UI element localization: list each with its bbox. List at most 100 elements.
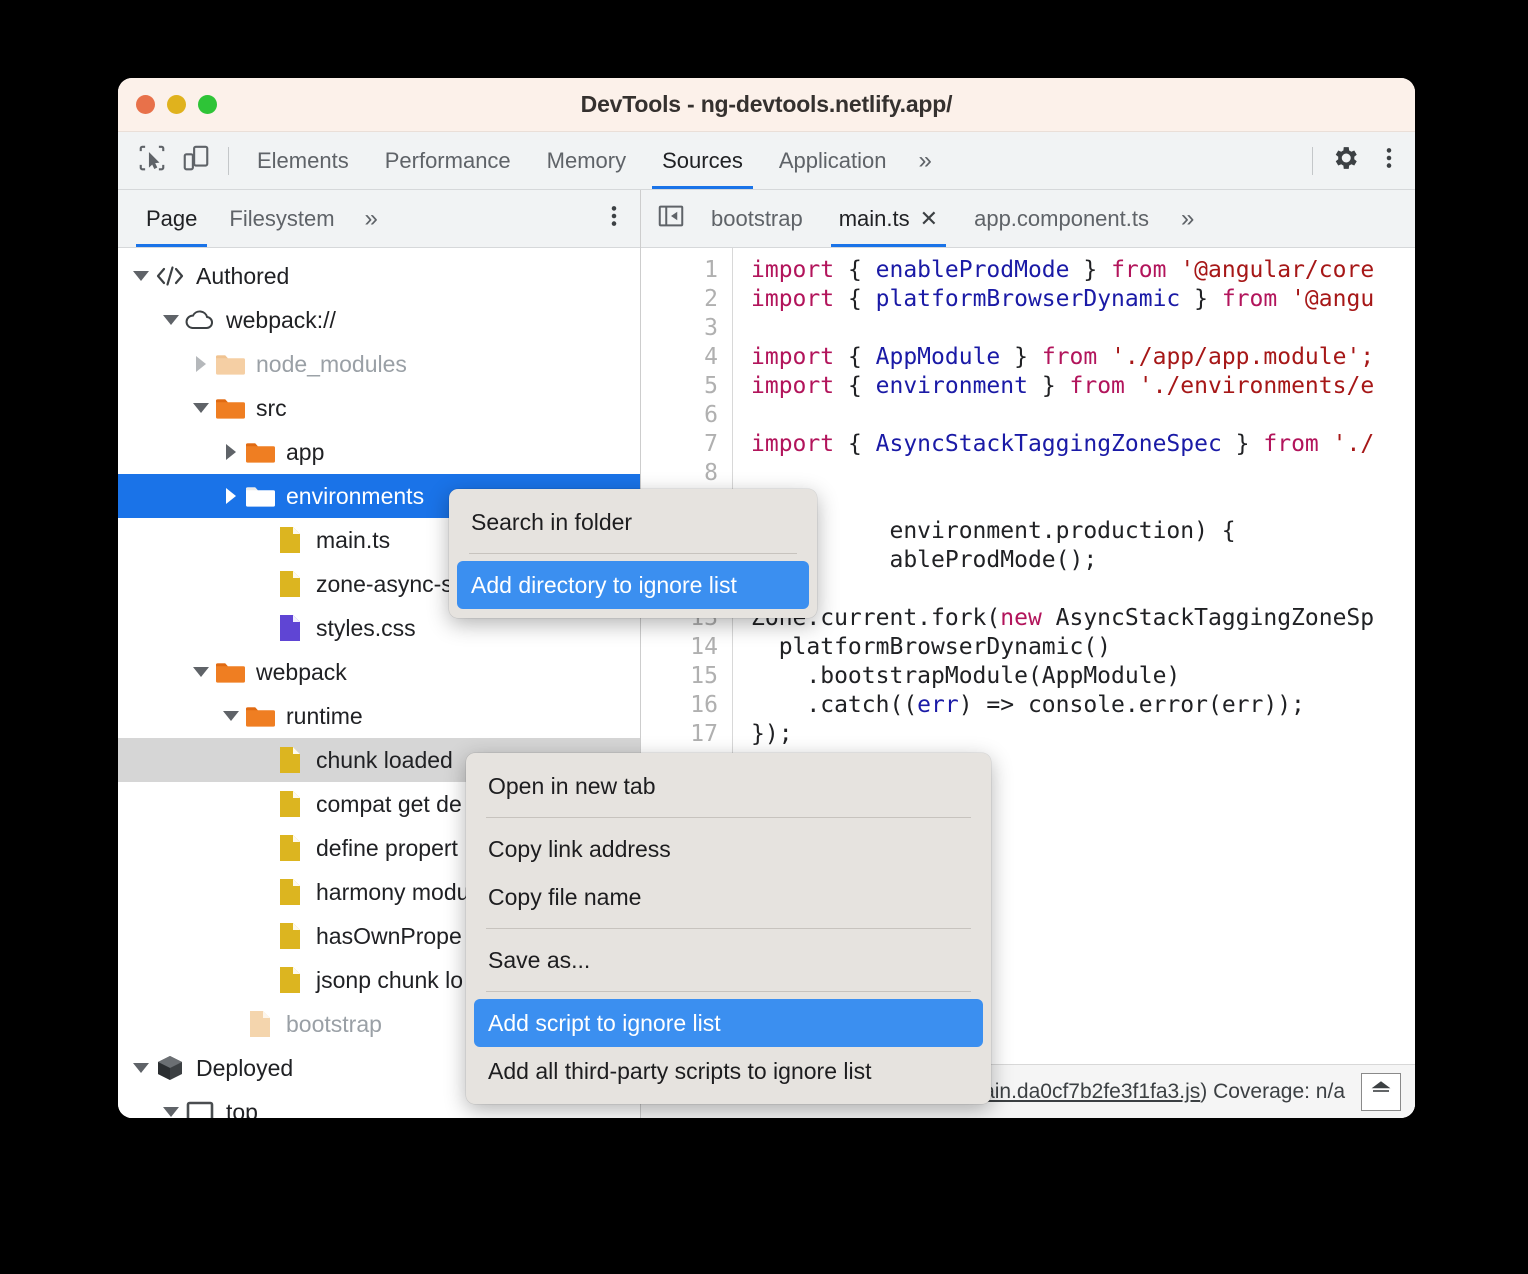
file-menu-item[interactable]: Add script to ignore list: [474, 999, 983, 1047]
code-token: AppModule: [876, 344, 1001, 370]
code-token: .bootstrapModule(AppModule): [751, 663, 1180, 689]
show-drawer-icon: [1369, 1078, 1393, 1106]
code-token: from: [1222, 286, 1291, 312]
source-file-link[interactable]: main.da0cf7b2fe3f1fa3.js: [966, 1080, 1201, 1103]
code-token: import: [751, 257, 848, 283]
code-line: import { environment } from './environme…: [751, 372, 1415, 401]
file-menu-item[interactable]: Copy file name: [474, 873, 983, 921]
inspect-element-button[interactable]: [130, 139, 174, 183]
chevron-down-icon[interactable]: [158, 1107, 184, 1117]
chevron-down-icon[interactable]: [128, 271, 154, 281]
chevron-right-icon[interactable]: [218, 488, 244, 504]
editor-tab-main-ts[interactable]: main.ts ✕: [821, 190, 956, 247]
tree-row-label: top: [226, 1101, 258, 1119]
navigator-more-options-button[interactable]: [592, 197, 636, 241]
file-menu-item[interactable]: Add all third-party scripts to ignore li…: [474, 1047, 983, 1095]
cloud-icon: [184, 305, 216, 335]
kebab-menu-icon: [601, 201, 627, 236]
tree-row[interactable]: webpack://: [118, 298, 640, 342]
file-context-menu[interactable]: Open in new tab Copy link addressCopy fil…: [466, 753, 991, 1104]
code-token: import: [751, 286, 848, 312]
line-number: 8: [641, 459, 732, 488]
code-token: enableProdMode: [876, 257, 1070, 283]
line-number: 16: [641, 691, 732, 720]
panel-tab-performance[interactable]: Performance: [367, 132, 529, 189]
tree-row[interactable]: app: [118, 430, 640, 474]
tree-row[interactable]: Authored: [118, 254, 640, 298]
tree-row-label: webpack://: [226, 309, 336, 332]
line-number: 6: [641, 401, 732, 430]
editor-tab-label: main.ts: [839, 190, 910, 247]
code-token: import: [751, 373, 848, 399]
tree-row[interactable]: src: [118, 386, 640, 430]
file-menu-item[interactable]: Copy link address: [474, 825, 983, 873]
menu-separator: [469, 553, 797, 554]
chevron-right-icon[interactable]: [218, 444, 244, 460]
panel-tab-application[interactable]: Application: [761, 132, 905, 189]
file-yellow-icon: [274, 833, 306, 863]
code-line: platformBrowserDynamic(): [751, 633, 1415, 662]
close-icon[interactable]: ✕: [920, 208, 938, 230]
nav-tab-page[interactable]: Page: [130, 190, 213, 247]
panel-tab-sources[interactable]: Sources: [644, 132, 761, 189]
devtools-more-options-button[interactable]: [1367, 139, 1411, 183]
folder-context-menu[interactable]: Search in folder Add directory to ignore …: [449, 489, 817, 618]
code-token: err: [917, 692, 959, 718]
status-suffix: ) Coverage: n/a: [1200, 1080, 1345, 1103]
file-yellow-icon: [274, 965, 306, 995]
nav-tab-filesystem[interactable]: Filesystem: [213, 190, 350, 247]
chevron-down-icon[interactable]: [218, 711, 244, 721]
code-token: {: [848, 257, 876, 283]
chevron-down-icon[interactable]: [128, 1063, 154, 1073]
navigator-overflow-button[interactable]: »: [351, 190, 392, 247]
folder-menu-item[interactable]: Search in folder: [457, 498, 809, 546]
chevron-right-icon[interactable]: [188, 356, 214, 372]
code-token: from: [1070, 373, 1139, 399]
panel-tab-memory[interactable]: Memory: [529, 132, 644, 189]
chevron-down-icon[interactable]: [188, 403, 214, 413]
tree-row-label: node_modules: [256, 353, 407, 376]
code-token: AsyncStackTaggingZoneSp: [1056, 605, 1375, 631]
show-navigator-toggle-button[interactable]: [649, 197, 693, 241]
tree-row-label: define propert: [316, 837, 458, 860]
tree-row-label: hasOwnPrope: [316, 925, 462, 948]
editor-tab-label: bootstrap: [711, 190, 803, 247]
file-yellow-icon: [274, 877, 306, 907]
tree-row[interactable]: webpack: [118, 650, 640, 694]
code-token: './environments/e: [1139, 373, 1374, 399]
kebab-menu-icon: [1376, 143, 1402, 178]
panel-tab-elements[interactable]: Elements: [239, 132, 367, 189]
code-token: platformBrowserDynamic(): [751, 634, 1111, 660]
code-line: [751, 459, 1415, 488]
minimize-window-button[interactable]: [167, 95, 186, 114]
code-token: import: [751, 431, 848, 457]
close-window-button[interactable]: [136, 95, 155, 114]
panel-overflow-button[interactable]: »: [904, 132, 945, 189]
code-token: {: [848, 344, 876, 370]
chevron-down-icon[interactable]: [188, 667, 214, 677]
file-menu-item[interactable]: Save as...: [474, 936, 983, 984]
code-line: import { AppModule } from './app/app.mod…: [751, 343, 1415, 372]
maximize-window-button[interactable]: [198, 95, 217, 114]
editor-tab-app-component-ts[interactable]: app.component.ts: [956, 190, 1167, 247]
code-line: [751, 488, 1415, 517]
code-token: '@angu: [1291, 286, 1374, 312]
code-token: });: [751, 721, 793, 747]
tree-row[interactable]: runtime: [118, 694, 640, 738]
editor-tabs-overflow-button[interactable]: »: [1167, 190, 1208, 247]
show-drawer-button[interactable]: [1361, 1073, 1401, 1111]
code-token: environment: [876, 373, 1028, 399]
code-token: platformBrowserDynamic: [876, 286, 1181, 312]
settings-button[interactable]: [1323, 139, 1367, 183]
folder-menu-item[interactable]: Add directory to ignore list: [457, 561, 809, 609]
line-number: 3: [641, 314, 732, 343]
code-token: './app/app.module';: [1111, 344, 1374, 370]
editor-tab-bootstrap[interactable]: bootstrap: [693, 190, 821, 247]
tree-row-label: src: [256, 397, 287, 420]
window-titlebar: DevTools - ng-devtools.netlify.app/: [118, 78, 1415, 132]
file-menu-item[interactable]: Open in new tab: [474, 762, 983, 810]
device-toolbar-button[interactable]: [174, 139, 218, 183]
tree-row[interactable]: node_modules: [118, 342, 640, 386]
toolbar-divider: [228, 147, 229, 175]
chevron-down-icon[interactable]: [158, 315, 184, 325]
